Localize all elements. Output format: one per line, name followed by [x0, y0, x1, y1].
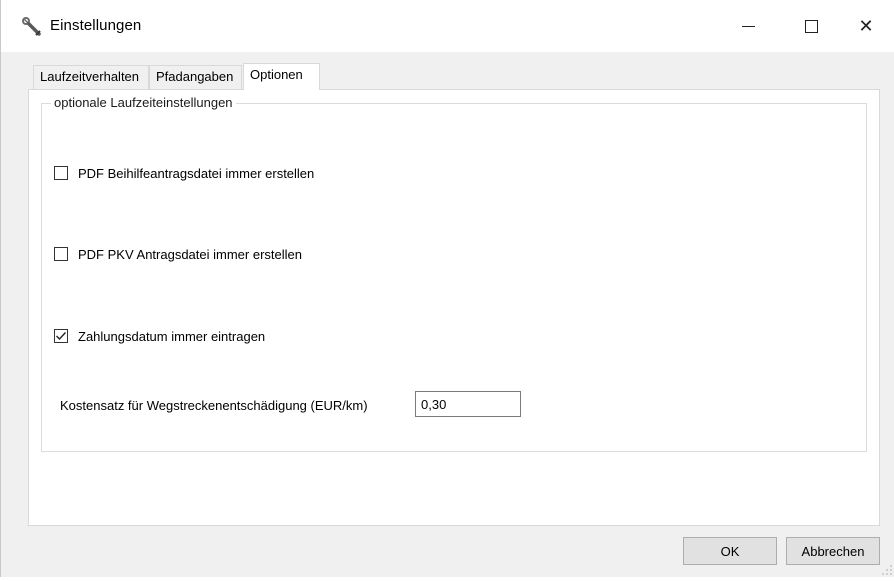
- option-zahlungsdatum[interactable]: Zahlungsdatum immer eintragen: [54, 327, 265, 345]
- close-button[interactable]: ✕: [839, 0, 893, 52]
- maximize-icon: [804, 19, 818, 33]
- tab-label: Pfadangaben: [156, 69, 234, 84]
- checkbox-pdf-pkv[interactable]: [54, 247, 68, 261]
- cancel-button-label: Abbrechen: [801, 543, 865, 559]
- option-pdf-pkv[interactable]: PDF PKV Antragsdatei immer erstellen: [54, 245, 302, 263]
- title-bar[interactable]: Einstellungen ✕: [1, 0, 894, 52]
- cost-rate-input[interactable]: [415, 391, 521, 417]
- ok-button-label: OK: [720, 543, 740, 559]
- tab-pfadangaben[interactable]: Pfadangaben: [149, 65, 242, 89]
- runtime-options-group: optionale Laufzeiteinstellungen PDF Beih…: [41, 95, 867, 452]
- resize-grip-icon[interactable]: [881, 563, 893, 575]
- tab-label: Laufzeitverhalten: [40, 69, 140, 84]
- cost-rate-label: Kostensatz für Wegstreckenentschädigung …: [60, 398, 368, 413]
- wrench-icon: [21, 16, 43, 38]
- settings-window: Einstellungen ✕ Laufzeitverhalten Pfadan…: [0, 0, 894, 577]
- minimize-icon: [741, 25, 755, 27]
- cancel-button[interactable]: Abbrechen: [786, 537, 880, 565]
- window-title: Einstellungen: [50, 17, 142, 34]
- tab-laufzeitverhalten[interactable]: Laufzeitverhalten: [33, 65, 149, 89]
- group-legend: optionale Laufzeiteinstellungen: [51, 95, 236, 111]
- checkbox-pdf-beihilfe[interactable]: [54, 166, 68, 180]
- checkbox-label: PDF Beihilfeantragsdatei immer erstellen: [78, 165, 315, 181]
- tab-label: Optionen: [250, 67, 303, 82]
- checkbox-zahlungsdatum[interactable]: [54, 329, 68, 343]
- ok-button[interactable]: OK: [683, 537, 777, 565]
- tab-page-optionen: optionale Laufzeiteinstellungen PDF Beih…: [28, 89, 880, 526]
- checkbox-label: Zahlungsdatum immer eintragen: [78, 328, 266, 344]
- maximize-button[interactable]: [784, 0, 838, 52]
- checkbox-label: PDF PKV Antragsdatei immer erstellen: [78, 246, 302, 262]
- tab-optionen[interactable]: Optionen: [243, 63, 320, 90]
- minimize-button[interactable]: [721, 0, 775, 52]
- option-pdf-beihilfe[interactable]: PDF Beihilfeantragsdatei immer erstellen: [54, 164, 314, 182]
- checkmark-icon: [56, 332, 67, 341]
- close-icon: ✕: [858, 15, 874, 37]
